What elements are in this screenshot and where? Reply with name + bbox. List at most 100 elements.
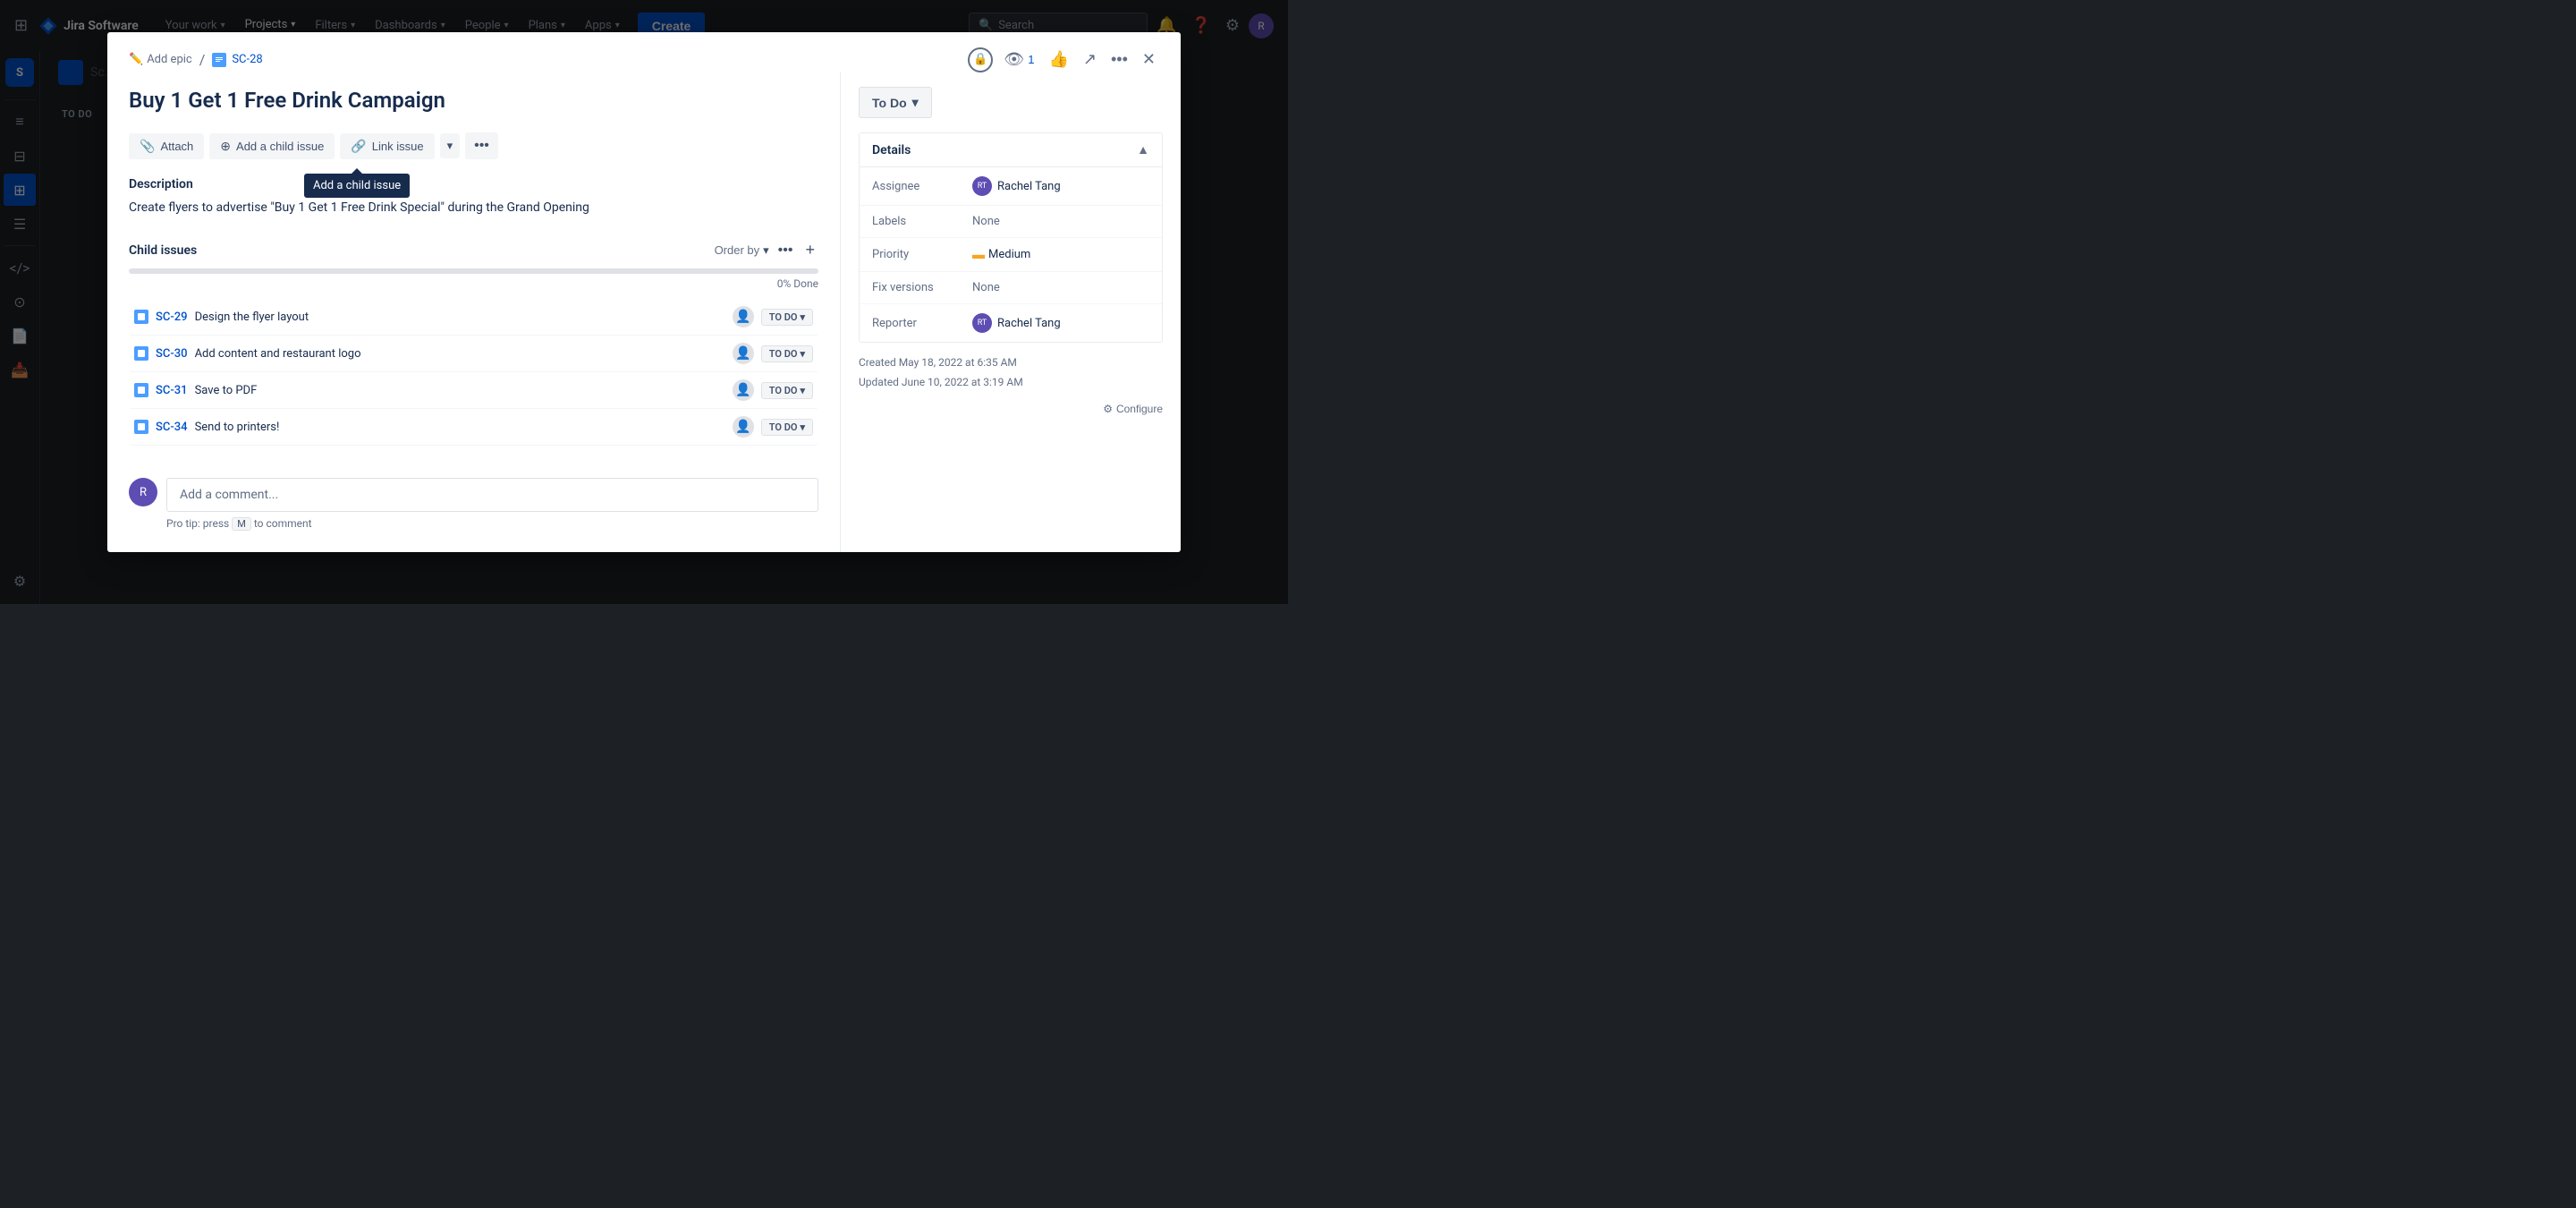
order-by-button[interactable]: Order by ▾ (715, 243, 769, 258)
reporter-value[interactable]: RT Rachel Tang (972, 313, 1061, 333)
more-actions-button[interactable]: ••• (1107, 47, 1131, 72)
details-reporter-row: Reporter RT Rachel Tang (860, 304, 1162, 342)
modal-details-sidebar: To Do ▾ Details ▲ Assignee RT Rachel Tan… (841, 72, 1181, 552)
issue-title[interactable]: Buy 1 Get 1 Free Drink Campaign (129, 87, 818, 115)
child-issue-title: Save to PDF (195, 384, 725, 397)
comment-input[interactable]: Add a comment... (166, 478, 818, 512)
chevron-down-icon: ▾ (912, 95, 919, 110)
close-modal-button[interactable]: ✕ (1139, 47, 1159, 72)
add-epic-button[interactable]: ✏️ Add epic (129, 53, 192, 66)
child-issue-assignee-avatar: 👤 (733, 343, 754, 364)
pencil-icon: ✏️ (129, 53, 143, 66)
description-text: Create flyers to advertise "Buy 1 Get 1 … (129, 199, 818, 217)
child-issue-status-badge[interactable]: TO DO ▾ (761, 419, 813, 436)
updated-text: Updated June 10, 2022 at 3:19 AM (859, 373, 1163, 393)
labels-label: Labels (872, 215, 962, 228)
breadcrumb-separator: / (199, 51, 206, 68)
child-issue-key[interactable]: SC-29 (156, 311, 188, 324)
priority-value[interactable]: ▬ Medium (972, 247, 1030, 262)
child-issues-title: Child issues (129, 243, 715, 258)
attach-button[interactable]: 📎 Attach (129, 133, 204, 159)
close-icon: ✕ (1142, 50, 1156, 69)
collapse-icon: ▲ (1137, 142, 1149, 157)
fix-versions-label: Fix versions (872, 281, 962, 294)
child-issue-key[interactable]: SC-31 (156, 384, 188, 397)
thumbsup-icon: 👍 (1048, 50, 1068, 69)
child-issue-row[interactable]: SC-34 Send to printers! 👤 TO DO ▾ (129, 409, 818, 446)
details-section: Details ▲ Assignee RT Rachel Tang Labels… (859, 132, 1163, 343)
add-child-issue-button[interactable]: ⊕ Add a child issue (209, 133, 335, 159)
eye-icon: 👁 (1004, 50, 1024, 69)
child-issue-row[interactable]: SC-29 Design the flyer layout 👤 TO DO ▾ (129, 299, 818, 336)
pro-tip: Pro tip: press M to comment (166, 517, 818, 531)
modal-overlay[interactable]: ✏️ Add epic / SC-28 🔒 👁 1 (0, 0, 1288, 604)
chevron-down-icon: ▾ (763, 243, 769, 258)
progress-label: 0% Done (129, 277, 818, 290)
modal-main-content: Buy 1 Get 1 Free Drink Campaign 📎 Attach… (107, 72, 841, 552)
child-issue-key[interactable]: SC-30 (156, 347, 188, 361)
comment-user-avatar: R (129, 478, 157, 506)
lock-icon[interactable]: 🔒 (968, 47, 993, 72)
description-label: Description (129, 177, 818, 191)
share-button[interactable]: ↗ (1080, 47, 1100, 72)
child-issue-type-icon (134, 420, 148, 434)
child-issue-row[interactable]: SC-31 Save to PDF 👤 TO DO ▾ (129, 372, 818, 409)
details-priority-row: Priority ▬ Medium (860, 238, 1162, 272)
assignee-label: Assignee (872, 180, 962, 193)
child-issue-status-badge[interactable]: TO DO ▾ (761, 309, 813, 326)
breadcrumb: ✏️ Add epic / SC-28 (129, 51, 961, 68)
add-child-icon: ⊕ (220, 139, 231, 154)
child-issue-status-badge[interactable]: TO DO ▾ (761, 345, 813, 362)
modal-header: ✏️ Add epic / SC-28 🔒 👁 1 (107, 32, 1181, 72)
watch-count: 1 (1028, 53, 1034, 66)
child-issue-key[interactable]: SC-34 (156, 421, 188, 434)
reporter-label: Reporter (872, 317, 962, 330)
progress-bar-container (129, 268, 818, 274)
details-section-header[interactable]: Details ▲ (860, 133, 1162, 167)
assignee-value[interactable]: RT Rachel Tang (972, 176, 1061, 196)
details-labels-row: Labels None (860, 206, 1162, 238)
modal-action-buttons: 🔒 👁 1 👍 ↗ ••• ✕ (968, 47, 1159, 72)
details-assignee-row: Assignee RT Rachel Tang (860, 167, 1162, 206)
chevron-down-icon: ▾ (800, 421, 805, 433)
ellipsis-icon: ••• (1111, 50, 1128, 69)
created-text: Created May 18, 2022 at 6:35 AM (859, 353, 1163, 373)
details-fix-versions-row: Fix versions None (860, 272, 1162, 304)
share-icon: ↗ (1083, 50, 1097, 69)
issue-type-icon (212, 53, 226, 67)
fix-versions-value[interactable]: None (972, 281, 1000, 294)
child-issue-title: Add content and restaurant logo (195, 347, 725, 361)
toolbar-more-chevron[interactable]: ▾ (440, 133, 461, 158)
priority-icon: ▬ (972, 247, 985, 262)
modal-body: Buy 1 Get 1 Free Drink Campaign 📎 Attach… (107, 72, 1181, 552)
configure-button[interactable]: ⚙ Configure (1103, 403, 1163, 415)
status-button[interactable]: To Do ▾ (859, 87, 932, 118)
breadcrumb-issue-link[interactable]: SC-28 (212, 53, 262, 67)
link-issue-button[interactable]: 🔗 Link issue (340, 133, 434, 159)
chevron-down-icon: ▾ (800, 385, 805, 396)
child-issues-header: Child issues Order by ▾ ••• + (129, 239, 818, 261)
key-badge: M (232, 517, 251, 531)
labels-value[interactable]: None (972, 215, 1000, 228)
child-issues-add-button[interactable]: + (801, 239, 818, 261)
child-issue-type-icon (134, 346, 148, 361)
child-issue-assignee-avatar: 👤 (733, 379, 754, 401)
child-issue-type-icon (134, 383, 148, 397)
issue-meta-info: Created May 18, 2022 at 6:35 AM Updated … (859, 353, 1163, 392)
watch-button[interactable]: 👁 1 (1000, 47, 1038, 72)
toolbar-ellipsis-button[interactable]: ••• (465, 132, 498, 159)
child-issue-type-icon (134, 310, 148, 324)
details-section-title: Details (872, 143, 1137, 157)
paperclip-icon: 📎 (140, 139, 155, 154)
child-issue-assignee-avatar: 👤 (733, 416, 754, 438)
child-issue-title: Send to printers! (195, 421, 725, 434)
chevron-down-icon: ▾ (800, 348, 805, 360)
chevron-down-icon: ▾ (800, 311, 805, 323)
child-issue-row[interactable]: SC-30 Add content and restaurant logo 👤 … (129, 336, 818, 372)
priority-label: Priority (872, 248, 962, 261)
assignee-avatar: RT (972, 176, 992, 196)
child-issue-status-badge[interactable]: TO DO ▾ (761, 382, 813, 399)
child-issues-more-button[interactable]: ••• (775, 241, 797, 260)
child-issues-list: SC-29 Design the flyer layout 👤 TO DO ▾ … (129, 299, 818, 446)
thumbsup-button[interactable]: 👍 (1045, 47, 1072, 72)
